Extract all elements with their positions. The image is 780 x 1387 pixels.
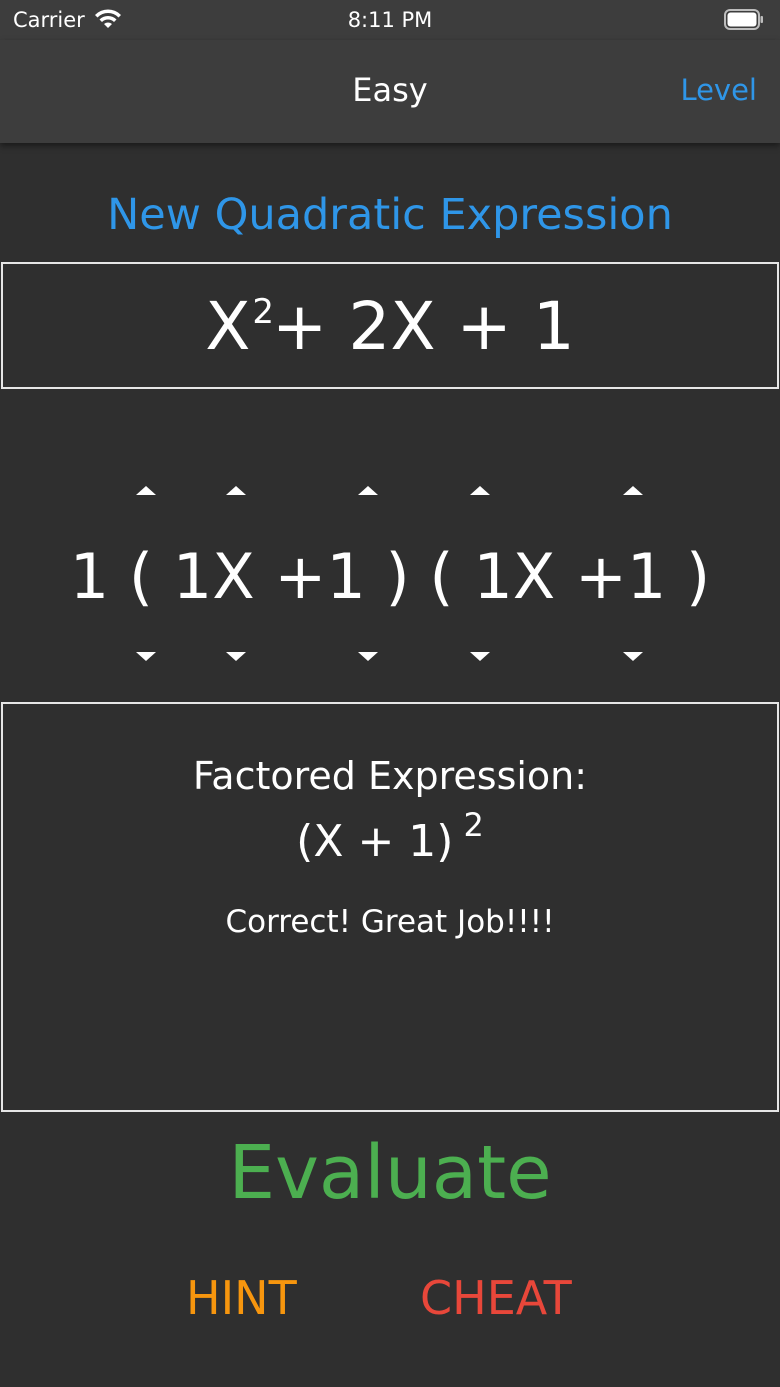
new-quadratic-expression-button[interactable]: New Quadratic Expression (0, 190, 780, 240)
factored-expression-label: Factored Expression: (192, 754, 588, 798)
coefficient-decrement-3[interactable] (358, 652, 378, 661)
coefficient-increment-2[interactable] (226, 486, 246, 495)
coefficient-increment-1[interactable] (136, 486, 156, 495)
coefficient-increment-4[interactable] (470, 486, 490, 495)
status-bar: Carrier 8:11 PM (0, 0, 780, 40)
evaluate-button[interactable]: Evaluate (0, 1130, 780, 1216)
level-button[interactable]: Level (680, 73, 757, 107)
factored-value-base: (X + 1) (296, 816, 454, 867)
battery-icon (724, 9, 763, 30)
navigation-bar: Easy Level (0, 40, 780, 143)
coefficient-decrement-1[interactable] (136, 652, 156, 661)
coefficient-decrement-2[interactable] (226, 652, 246, 661)
coefficient-decrement-4[interactable] (470, 652, 490, 661)
result-box: Factored Expression: (X + 1) 2 Correct! G… (1, 702, 779, 1112)
result-message: Correct! Great Job!!!! (225, 904, 555, 940)
quadratic-expression-box: X2+ 2X + 1 (1, 262, 779, 389)
expression-base: X (205, 288, 251, 365)
coefficient-decrement-5[interactable] (623, 652, 643, 661)
quadratic-expression: X2+ 2X + 1 (3, 288, 777, 365)
app-screen: Carrier 8:11 PM Easy Level New Quadratic… (0, 0, 780, 1387)
expression-rest: + 2X + 1 (272, 288, 575, 365)
hint-button[interactable]: HINT (186, 1271, 297, 1325)
factored-expression-value: (X + 1) 2 (3, 806, 777, 867)
factor-picker-expression: 1 ( 1X +1 ) ( 1X +1 ) (69, 540, 711, 613)
coefficient-increment-5[interactable] (623, 486, 643, 495)
factored-value-exponent: 2 (463, 806, 484, 844)
clock: 8:11 PM (347, 8, 433, 32)
difficulty-title: Easy (352, 71, 428, 109)
coefficient-increment-3[interactable] (358, 486, 378, 495)
expression-exponent: 2 (252, 292, 275, 332)
cheat-button[interactable]: CHEAT (420, 1271, 572, 1325)
